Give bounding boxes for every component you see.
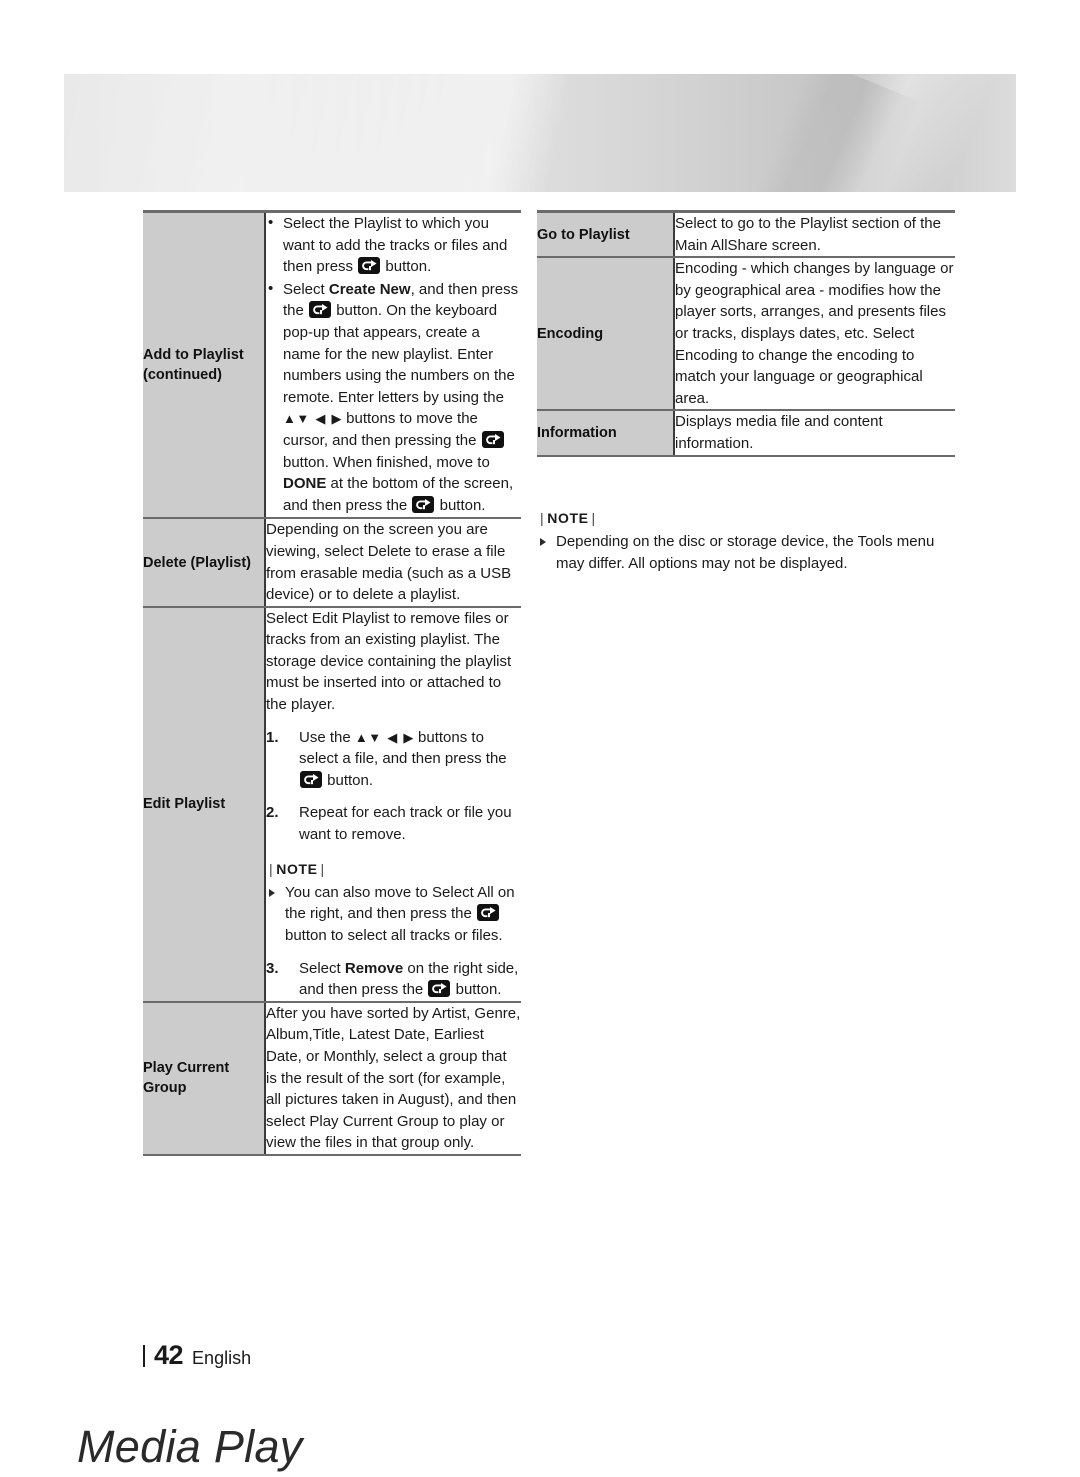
tools-options-table-right: Go to Playlist Select to go to the Playl… — [537, 210, 955, 457]
emphasis-text: Create New — [328, 280, 411, 298]
row-body-edit-playlist: Select Edit Playlist to remove files or … — [265, 606, 521, 1003]
row-body-play-current-group: After you have sorted by Artist, Genre, … — [265, 1001, 521, 1156]
direction-arrows-icon: ▲▼ ◀ ▶ — [354, 729, 414, 745]
row-label-add-to-playlist: Add to Playlist (continued) — [143, 210, 266, 520]
row-body-information: Displays media file and content informat… — [674, 410, 955, 457]
emphasis-text: Remove — [344, 959, 404, 977]
row-label-line-1: Play Current — [143, 1060, 230, 1077]
page-footer: 42 English — [143, 1340, 251, 1371]
numbered-step: 2. Repeat for each track or file you wan… — [266, 802, 521, 845]
table-row: Play Current Group After you have sorted… — [143, 1001, 521, 1156]
list-item: Select Create New, and then press the bu… — [266, 278, 521, 517]
table-row: Delete (Playlist) Depending on the scree… — [143, 518, 521, 608]
tools-options-table-left: Add to Playlist (continued) Select the P… — [143, 210, 521, 1156]
note-label: NOTE — [547, 510, 589, 526]
numbered-step: 3. Select Remove on the right side, and … — [266, 958, 521, 1001]
left-column: Add to Playlist (continued) Select the P… — [143, 210, 521, 1156]
step-number: 3. — [266, 959, 279, 977]
numbered-step: 1. Use the ▲▼ ◀ ▶ buttons to select a fi… — [266, 727, 521, 792]
note-heading: | NOTE | — [266, 859, 521, 879]
table-row: Add to Playlist (continued) Select the P… — [143, 210, 521, 520]
note-heading: | NOTE | — [537, 508, 957, 528]
step-text: Select Remove on the right side, and the… — [299, 959, 519, 999]
table-row: Go to Playlist Select to go to the Playl… — [537, 210, 955, 259]
note-bar-left: | — [540, 510, 545, 526]
row-body-add-to-playlist: Select the Playlist to which you want to… — [265, 210, 521, 520]
note-bar-right: | — [591, 510, 596, 526]
bullet-list: Select the Playlist to which you want to… — [266, 212, 521, 517]
row-label-information: Information — [537, 410, 675, 457]
step-number: 2. — [266, 804, 279, 822]
row-body-delete-playlist: Depending on the screen you are viewing,… — [265, 518, 521, 608]
table-row: Edit Playlist Select Edit Playlist to re… — [143, 606, 521, 1003]
note-item: Depending on the disc or storage device,… — [537, 531, 957, 574]
emphasis-text: DONE — [283, 475, 327, 493]
enter-button-icon — [309, 301, 332, 319]
step-number: 1. — [266, 728, 279, 746]
edit-playlist-intro: Select Edit Playlist to remove files or … — [266, 609, 512, 714]
row-label-delete-playlist: Delete (Playlist) — [143, 518, 266, 608]
row-label-edit-playlist: Edit Playlist — [143, 606, 266, 1003]
enter-button-icon — [412, 495, 435, 513]
enter-button-icon — [481, 430, 504, 448]
footer-tick-mark — [143, 1345, 145, 1367]
page-title: Media Play — [77, 1421, 303, 1472]
enter-button-icon — [358, 257, 381, 275]
direction-arrows-icon: ▲▼ ◀ ▶ — [283, 411, 342, 427]
table-row: Encoding Encoding - which changes by lan… — [537, 257, 955, 412]
row-body-go-to-playlist: Select to go to the Playlist section of … — [674, 210, 955, 259]
row-label-line-2: Group — [143, 1080, 187, 1097]
enter-button-icon — [428, 980, 451, 998]
step-text: Use the ▲▼ ◀ ▶ buttons to select a file,… — [299, 728, 507, 789]
row-label-encoding: Encoding — [537, 257, 675, 412]
step-text: Repeat for each track or file you want t… — [299, 804, 512, 844]
list-item: Select the Playlist to which you want to… — [266, 212, 521, 278]
row-label-line-2: (continued) — [143, 367, 222, 384]
page-header-banner — [64, 74, 1016, 192]
right-column: Go to Playlist Select to go to the Playl… — [537, 210, 955, 457]
table-row: Information Displays media file and cont… — [537, 410, 955, 457]
enter-button-icon — [300, 770, 322, 788]
page-language: English — [192, 1348, 252, 1368]
note-label: NOTE — [276, 860, 318, 877]
note-bar-right: | — [320, 860, 325, 877]
row-label-line-1: Add to Playlist — [143, 347, 244, 364]
note-item: You can also move to Select All on the r… — [266, 882, 521, 947]
row-body-encoding: Encoding - which changes by language or … — [674, 257, 955, 412]
row-label-play-current-group: Play Current Group — [143, 1001, 266, 1156]
row-label-go-to-playlist: Go to Playlist — [537, 210, 675, 259]
tools-menu-note: | NOTE | Depending on the disc or storage … — [537, 508, 957, 576]
page-number: 42 — [154, 1340, 184, 1370]
note-bar-left: | — [269, 860, 274, 877]
enter-button-icon — [476, 904, 499, 922]
